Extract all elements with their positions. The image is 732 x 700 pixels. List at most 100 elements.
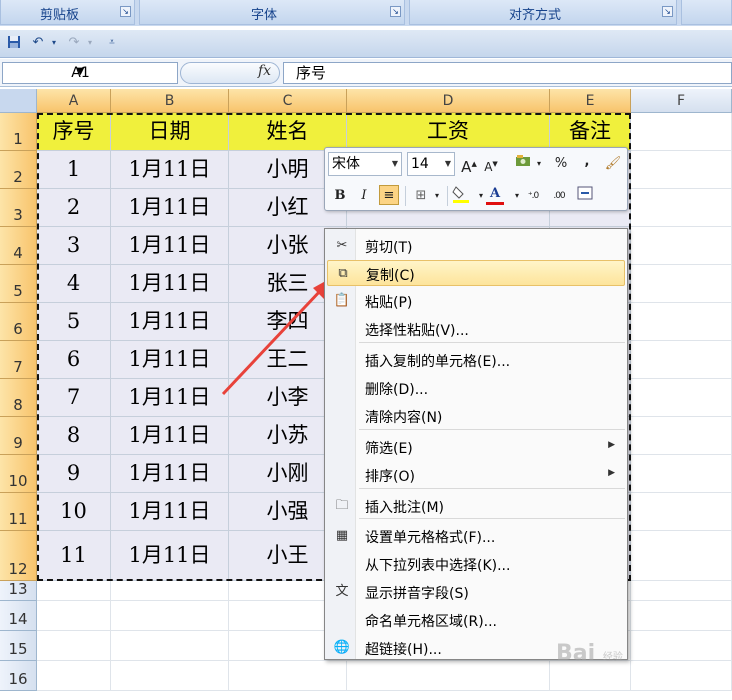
cell-F15[interactable]: [631, 631, 732, 661]
bold-button[interactable]: B: [330, 186, 350, 206]
row-header-4[interactable]: 4: [0, 227, 37, 265]
column-header-A[interactable]: A: [37, 89, 111, 113]
decrease-decimal-icon[interactable]: .00: [549, 186, 569, 206]
cell-B3[interactable]: 1月11日: [111, 189, 229, 227]
cell-A13[interactable]: [37, 581, 111, 601]
column-header-C[interactable]: C: [229, 89, 347, 113]
column-header-F[interactable]: F: [631, 89, 732, 113]
column-header-B[interactable]: B: [111, 89, 229, 113]
cell-E1[interactable]: 备注: [550, 113, 631, 151]
row-header-14[interactable]: 14: [0, 601, 37, 631]
fill-color-icon[interactable]: [451, 184, 471, 204]
row-header-7[interactable]: 7: [0, 341, 37, 379]
menu-item-paste[interactable]: 📋 粘贴(P): [327, 288, 625, 314]
italic-button[interactable]: I: [354, 186, 374, 206]
cell-B10[interactable]: 1月11日: [111, 455, 229, 493]
row-header-6[interactable]: 6: [0, 303, 37, 341]
increase-decimal-icon[interactable]: ⁺.0: [523, 186, 543, 206]
font-name-combo[interactable]: 宋体 ▼: [328, 152, 402, 176]
cell-F14[interactable]: [631, 601, 732, 631]
row-header-2[interactable]: 2: [0, 151, 37, 189]
font-color-button[interactable]: A: [485, 184, 505, 205]
percent-style-button[interactable]: %: [551, 154, 571, 174]
cell-B8[interactable]: 1月11日: [111, 379, 229, 417]
cell-A5[interactable]: 4: [37, 265, 111, 303]
cell-F16[interactable]: [631, 661, 732, 691]
cell-F4[interactable]: [631, 227, 732, 265]
menu-item-copy[interactable]: ⧉ 复制(C): [327, 260, 625, 286]
customize-qat-icon[interactable]: ⩡: [104, 35, 120, 51]
cell-F5[interactable]: [631, 265, 732, 303]
redo-icon[interactable]: ↷: [66, 35, 82, 51]
cell-B13[interactable]: [111, 581, 229, 601]
column-header-D[interactable]: D: [347, 89, 550, 113]
cell-F11[interactable]: [631, 493, 732, 531]
cell-A6[interactable]: 5: [37, 303, 111, 341]
shrink-font-button[interactable]: A▼: [481, 154, 501, 174]
cell-D1[interactable]: 工资: [347, 113, 550, 151]
redo-dropdown-icon[interactable]: ▾: [82, 35, 98, 51]
formula-input[interactable]: 序号: [283, 62, 732, 84]
cell-A16[interactable]: [37, 661, 111, 691]
clipboard-launcher-icon[interactable]: ↘: [120, 6, 131, 17]
menu-item-sort[interactable]: 排序(O) ▶: [327, 462, 625, 488]
menu-item-format-cells[interactable]: ▦ 设置单元格格式(F)...: [327, 523, 625, 549]
cell-B14[interactable]: [111, 601, 229, 631]
grow-font-button[interactable]: A▲: [459, 154, 479, 176]
cell-A14[interactable]: [37, 601, 111, 631]
insert-function-icon[interactable]: fx: [258, 63, 271, 79]
cell-B9[interactable]: 1月11日: [111, 417, 229, 455]
name-box-dropdown-icon[interactable]: ▼: [3, 66, 158, 77]
cell-B11[interactable]: 1月11日: [111, 493, 229, 531]
cell-A8[interactable]: 7: [37, 379, 111, 417]
cell-F1[interactable]: [631, 113, 732, 151]
cell-B2[interactable]: 1月11日: [111, 151, 229, 189]
cell-F6[interactable]: [631, 303, 732, 341]
cell-A2[interactable]: 1: [37, 151, 111, 189]
menu-item-delete[interactable]: 删除(D)...: [327, 375, 625, 401]
row-header-8[interactable]: 8: [0, 379, 37, 417]
cell-C1[interactable]: 姓名: [229, 113, 347, 151]
undo-dropdown-icon[interactable]: ▾: [46, 35, 62, 51]
menu-item-define-name[interactable]: 命名单元格区域(R)...: [327, 607, 625, 633]
merge-center-icon[interactable]: [575, 186, 595, 206]
comma-style-button[interactable]: ,: [577, 152, 597, 172]
cell-F9[interactable]: [631, 417, 732, 455]
cell-A12[interactable]: 11: [37, 531, 111, 581]
cell-F8[interactable]: [631, 379, 732, 417]
cell-A4[interactable]: 3: [37, 227, 111, 265]
cell-C16[interactable]: [229, 661, 347, 691]
menu-item-filter[interactable]: 筛选(E) ▶: [327, 434, 625, 460]
menu-item-cut[interactable]: ✂ 剪切(T): [327, 233, 625, 259]
row-header-9[interactable]: 9: [0, 417, 37, 455]
menu-item-insert-comment[interactable]: 🗀 插入批注(M): [327, 493, 625, 519]
cell-F10[interactable]: [631, 455, 732, 493]
row-header-15[interactable]: 15: [0, 631, 37, 661]
font-name-dropdown-icon[interactable]: ▼: [392, 153, 398, 175]
row-header-3[interactable]: 3: [0, 189, 37, 227]
cell-F2[interactable]: [631, 151, 732, 189]
menu-item-clear-contents[interactable]: 清除内容(N): [327, 403, 625, 429]
cell-A15[interactable]: [37, 631, 111, 661]
cell-A7[interactable]: 6: [37, 341, 111, 379]
save-icon[interactable]: [6, 35, 22, 51]
cell-A3[interactable]: 2: [37, 189, 111, 227]
cell-F7[interactable]: [631, 341, 732, 379]
row-header-1[interactable]: 1: [0, 113, 37, 151]
cell-B15[interactable]: [111, 631, 229, 661]
cell-A10[interactable]: 9: [37, 455, 111, 493]
row-header-13[interactable]: 13: [0, 580, 37, 601]
cell-F13[interactable]: [631, 581, 732, 601]
row-header-5[interactable]: 5: [0, 265, 37, 303]
format-painter-icon[interactable]: 🖌: [603, 154, 623, 174]
font-size-dropdown-icon[interactable]: ▼: [445, 153, 451, 175]
row-header-10[interactable]: 10: [0, 455, 37, 493]
cell-D16[interactable]: [347, 661, 550, 691]
row-header-16[interactable]: 16: [0, 661, 37, 691]
cell-A9[interactable]: 8: [37, 417, 111, 455]
cell-A11[interactable]: 10: [37, 493, 111, 531]
font-size-combo[interactable]: 14 ▼: [407, 152, 455, 176]
undo-icon[interactable]: ↶: [30, 35, 46, 51]
menu-item-paste-special[interactable]: 选择性粘贴(V)...: [327, 316, 625, 342]
select-all-corner[interactable]: [0, 89, 37, 113]
